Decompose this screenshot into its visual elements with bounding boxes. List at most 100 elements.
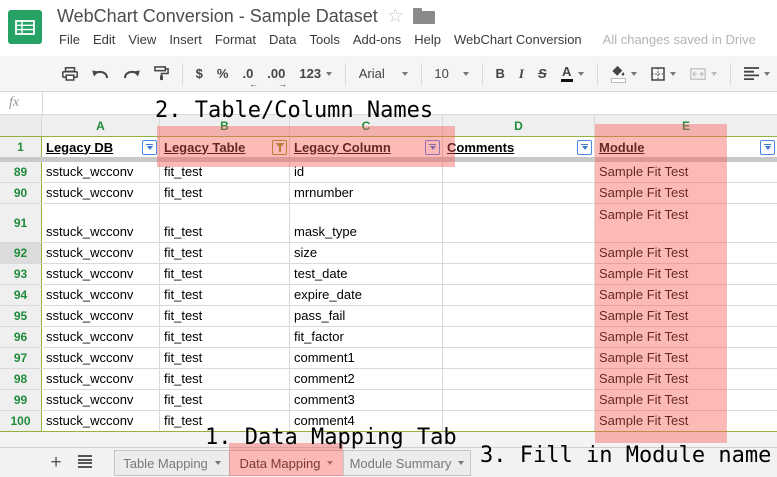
- horizontal-align-dropdown[interactable]: [737, 62, 777, 86]
- tab-module-summary[interactable]: Module Summary: [343, 450, 471, 476]
- cell[interactable]: fit_test: [160, 306, 290, 326]
- row-number[interactable]: 100: [0, 411, 42, 431]
- filter-dropdown-icon[interactable]: [577, 140, 592, 155]
- cell[interactable]: [443, 285, 595, 305]
- cell[interactable]: comment3: [290, 390, 443, 410]
- cell[interactable]: fit_test: [160, 327, 290, 347]
- menu-data[interactable]: Data: [269, 32, 296, 47]
- cell[interactable]: fit_test: [160, 243, 290, 263]
- cell[interactable]: [443, 306, 595, 326]
- italic-button[interactable]: I: [512, 62, 531, 86]
- bold-button[interactable]: B: [489, 62, 512, 86]
- document-title[interactable]: WebChart Conversion - Sample Dataset: [57, 6, 378, 27]
- tab-table-mapping[interactable]: Table Mapping: [114, 450, 230, 476]
- cell[interactable]: sstuck_wcconv: [42, 390, 160, 410]
- cell[interactable]: [443, 264, 595, 284]
- cell[interactable]: [443, 183, 595, 203]
- select-all-corner[interactable]: [0, 115, 42, 136]
- cell[interactable]: sstuck_wcconv: [42, 162, 160, 182]
- all-sheets-icon[interactable]: [78, 455, 92, 468]
- cell[interactable]: comment2: [290, 369, 443, 389]
- fill-color-button[interactable]: [603, 62, 644, 86]
- sheets-logo-icon[interactable]: [8, 10, 42, 44]
- cell[interactable]: [443, 369, 595, 389]
- cell[interactable]: sstuck_wcconv: [42, 243, 160, 263]
- cell[interactable]: test_date: [290, 264, 443, 284]
- filter-dropdown-icon[interactable]: [142, 140, 157, 155]
- font-size-dropdown[interactable]: 10: [427, 62, 475, 86]
- strikethrough-button[interactable]: S: [531, 62, 554, 86]
- cell-header-legacy-db[interactable]: Legacy DB: [42, 137, 160, 157]
- add-sheet-button[interactable]: +: [44, 451, 68, 475]
- borders-button[interactable]: [644, 62, 683, 86]
- row-number[interactable]: 1: [0, 137, 42, 157]
- row-number[interactable]: 92: [0, 243, 42, 263]
- cell[interactable]: fit_test: [160, 348, 290, 368]
- row-number[interactable]: 94: [0, 285, 42, 305]
- cell[interactable]: fit_test: [160, 264, 290, 284]
- more-formats-dropdown[interactable]: 123: [292, 62, 339, 86]
- font-family-dropdown[interactable]: Arial: [352, 62, 415, 86]
- cell[interactable]: [443, 162, 595, 182]
- cell[interactable]: fit_test: [160, 204, 290, 242]
- cell[interactable]: fit_test: [160, 183, 290, 203]
- column-header-d[interactable]: D: [443, 115, 595, 136]
- cell[interactable]: [443, 411, 595, 431]
- menu-view[interactable]: View: [128, 32, 156, 47]
- cell[interactable]: sstuck_wcconv: [42, 327, 160, 347]
- cell[interactable]: pass_fail: [290, 306, 443, 326]
- paint-format-button[interactable]: [147, 62, 176, 86]
- menu-webchart-conversion[interactable]: WebChart Conversion: [454, 32, 582, 47]
- cell[interactable]: mrnumber: [290, 183, 443, 203]
- cell[interactable]: fit_test: [160, 369, 290, 389]
- cell[interactable]: sstuck_wcconv: [42, 264, 160, 284]
- cell[interactable]: mask_type: [290, 204, 443, 242]
- increase-decimals-button[interactable]: .00→: [260, 62, 292, 86]
- folder-icon[interactable]: [413, 11, 435, 24]
- row-number[interactable]: 93: [0, 264, 42, 284]
- cell[interactable]: sstuck_wcconv: [42, 411, 160, 431]
- cell[interactable]: [443, 243, 595, 263]
- cell[interactable]: [443, 327, 595, 347]
- star-icon[interactable]: ☆: [387, 7, 404, 26]
- cell[interactable]: expire_date: [290, 285, 443, 305]
- cell[interactable]: sstuck_wcconv: [42, 204, 160, 242]
- undo-button[interactable]: [85, 62, 116, 86]
- row-number[interactable]: 98: [0, 369, 42, 389]
- cell[interactable]: fit_factor: [290, 327, 443, 347]
- menu-format[interactable]: Format: [215, 32, 256, 47]
- cell[interactable]: sstuck_wcconv: [42, 348, 160, 368]
- currency-format-button[interactable]: $: [189, 62, 210, 86]
- percent-format-button[interactable]: %: [210, 62, 236, 86]
- redo-button[interactable]: [116, 62, 147, 86]
- row-number[interactable]: 89: [0, 162, 42, 182]
- cell[interactable]: fit_test: [160, 285, 290, 305]
- cell[interactable]: sstuck_wcconv: [42, 183, 160, 203]
- cell[interactable]: comment1: [290, 348, 443, 368]
- decrease-decimals-button[interactable]: .0←: [235, 62, 260, 86]
- row-number[interactable]: 96: [0, 327, 42, 347]
- row-number[interactable]: 95: [0, 306, 42, 326]
- cell[interactable]: [443, 390, 595, 410]
- row-number[interactable]: 91: [0, 204, 42, 242]
- cell[interactable]: [443, 348, 595, 368]
- cell[interactable]: sstuck_wcconv: [42, 306, 160, 326]
- filter-dropdown-icon[interactable]: [760, 140, 775, 155]
- menu-tools[interactable]: Tools: [309, 32, 339, 47]
- menu-add-ons[interactable]: Add-ons: [353, 32, 401, 47]
- row-number[interactable]: 97: [0, 348, 42, 368]
- cell[interactable]: size: [290, 243, 443, 263]
- menu-help[interactable]: Help: [414, 32, 441, 47]
- menu-edit[interactable]: Edit: [93, 32, 115, 47]
- text-color-button[interactable]: A: [554, 62, 591, 86]
- cell-header-comments[interactable]: Comments: [443, 137, 595, 157]
- cell[interactable]: sstuck_wcconv: [42, 285, 160, 305]
- row-number[interactable]: 99: [0, 390, 42, 410]
- menu-insert[interactable]: Insert: [169, 32, 202, 47]
- column-header-a[interactable]: A: [42, 115, 160, 136]
- cell[interactable]: sstuck_wcconv: [42, 369, 160, 389]
- cell[interactable]: [443, 204, 595, 242]
- print-button[interactable]: [55, 62, 85, 86]
- cell[interactable]: fit_test: [160, 390, 290, 410]
- row-number[interactable]: 90: [0, 183, 42, 203]
